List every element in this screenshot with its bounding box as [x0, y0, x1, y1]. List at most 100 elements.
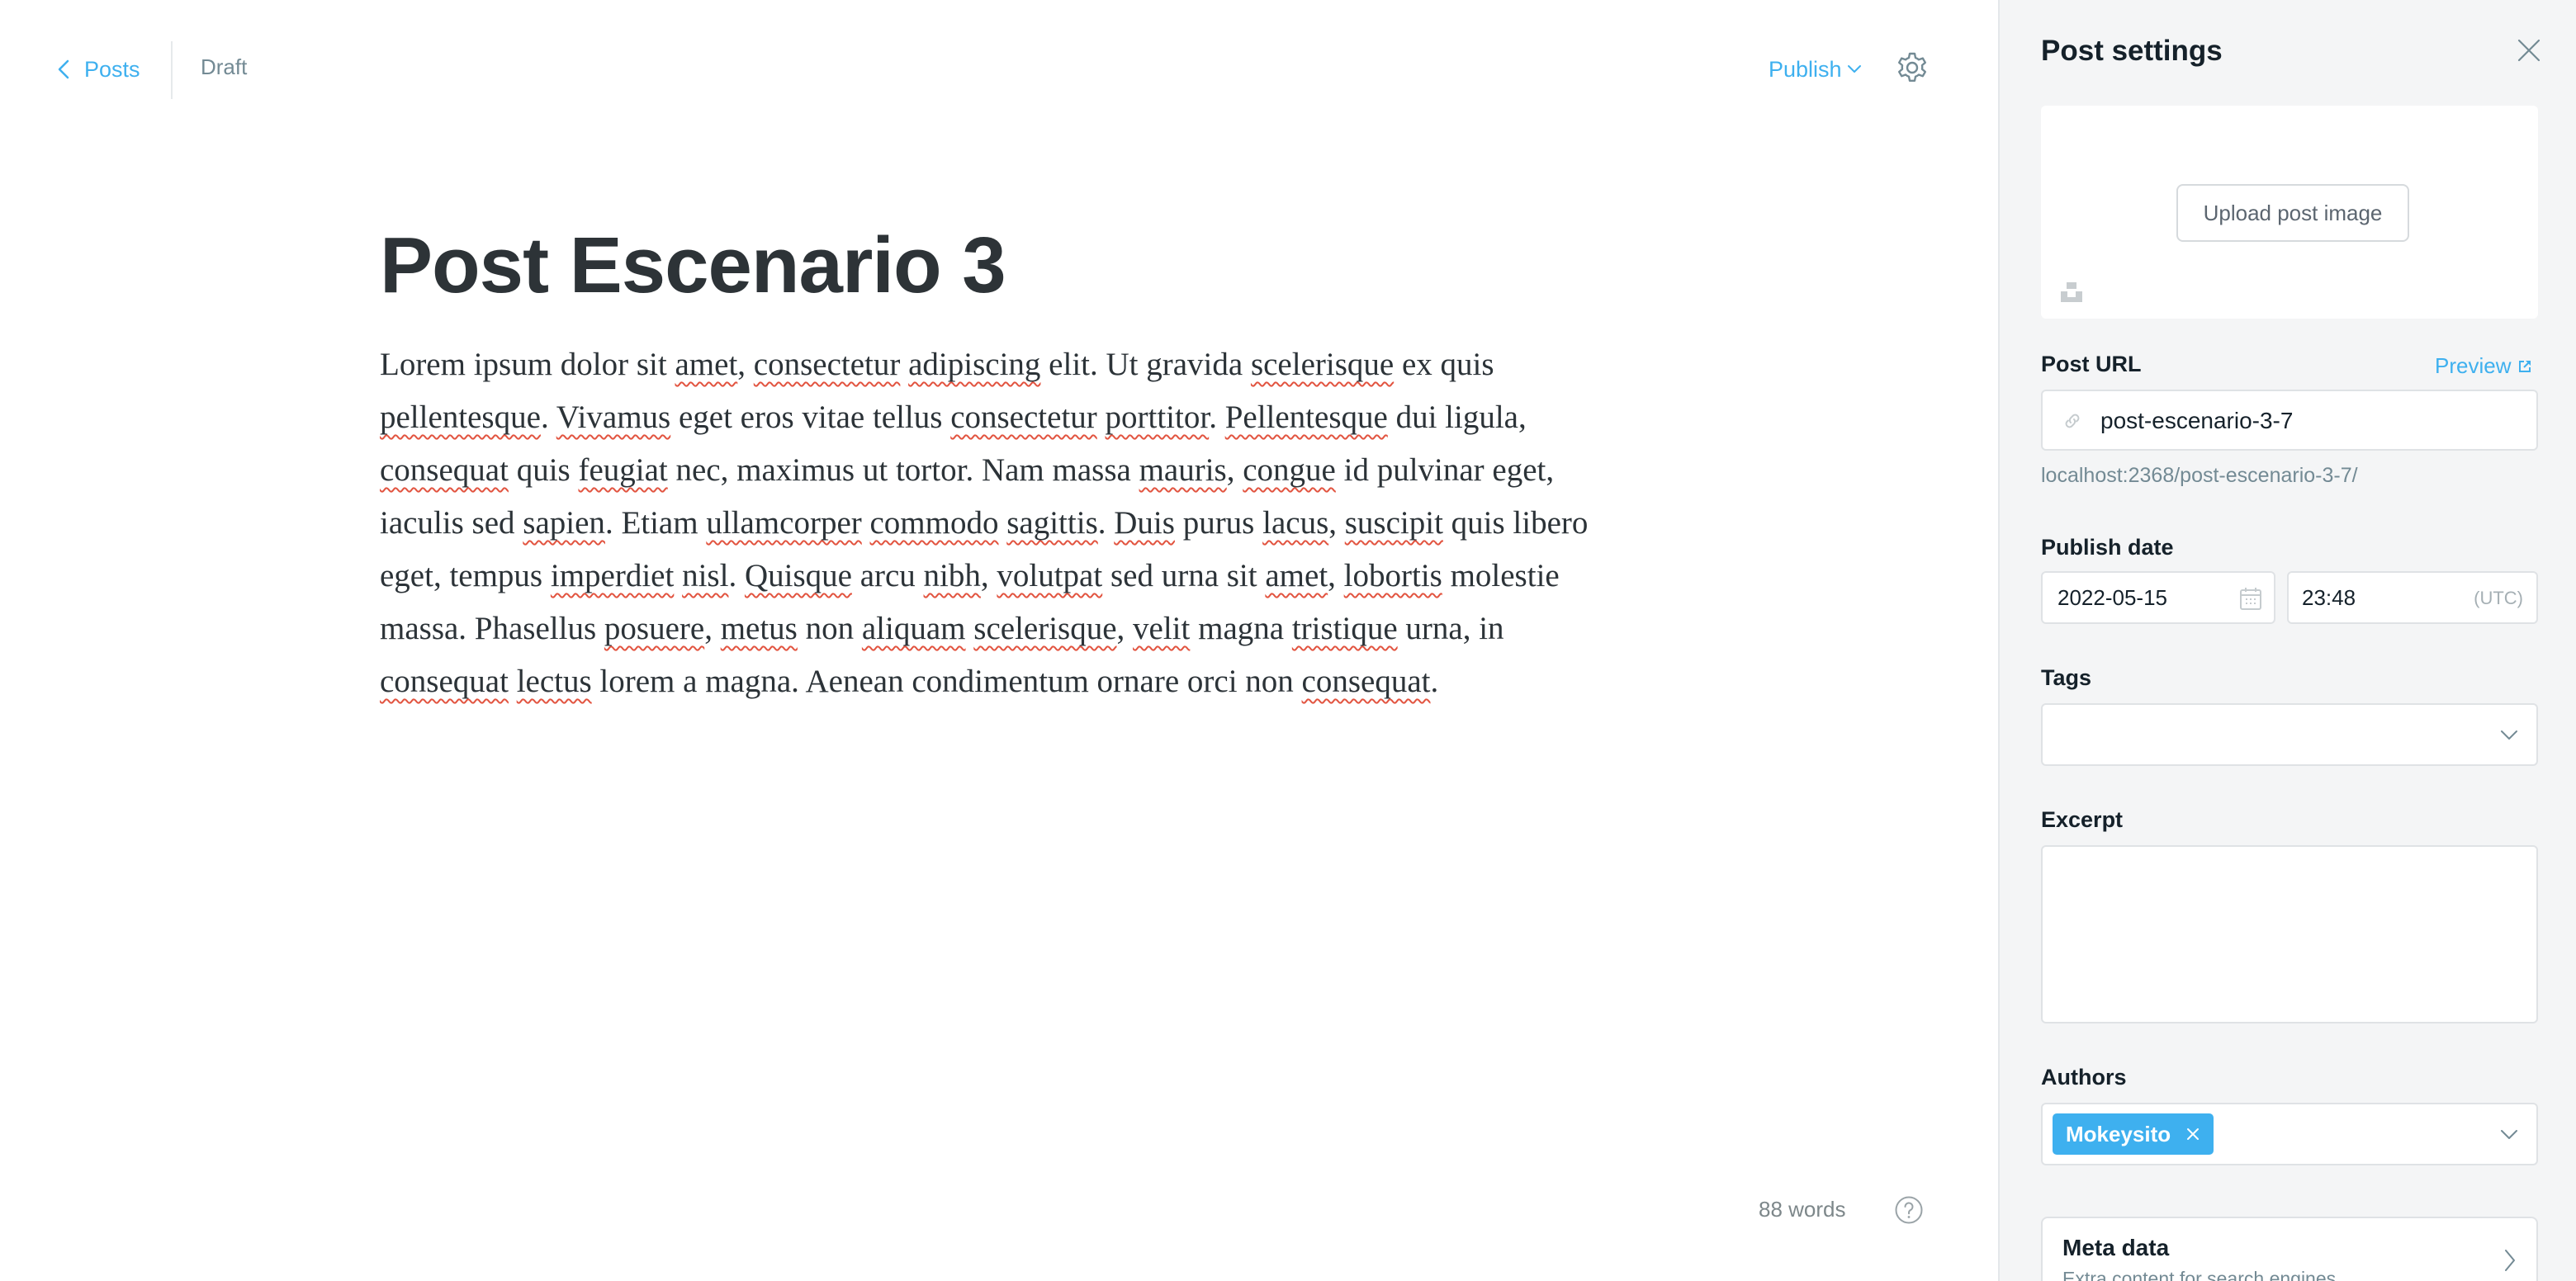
body-text: .	[1097, 505, 1115, 541]
misspelled-word: imperdiet	[550, 558, 675, 593]
misspelled-word: Pellentesque	[1224, 399, 1388, 435]
post-title[interactable]: Post Escenario 3	[380, 216, 1618, 315]
body-text: ,	[737, 347, 754, 382]
back-to-posts-link[interactable]: Posts	[56, 51, 140, 87]
misspelled-word: nisl	[682, 558, 729, 593]
meta-data-title: Meta data	[2062, 1235, 2170, 1260]
body-text: ,	[1116, 611, 1134, 646]
misspelled-word: consectetur	[753, 347, 901, 382]
author-token[interactable]: Mokeysito	[2053, 1113, 2214, 1155]
excerpt-label: Excerpt	[2041, 807, 2124, 832]
post-url-full: localhost:2368/post-escenario-3-7/	[2041, 464, 2358, 487]
misspelled-word: mauris	[1139, 452, 1227, 488]
close-icon[interactable]	[2517, 38, 2541, 63]
publish-label: Publish	[1769, 56, 1842, 82]
misspelled-word: pellentesque	[380, 399, 541, 435]
misspelled-word: ullamcorper	[706, 505, 862, 541]
body-text: arcu	[851, 558, 924, 593]
chevron-left-icon	[58, 59, 69, 79]
panel-title: Post settings	[2041, 35, 2223, 67]
misspelled-word: nibh	[923, 558, 981, 593]
remove-author-icon[interactable]	[2185, 1127, 2200, 1142]
question-circle-icon[interactable]	[1894, 1195, 1924, 1225]
publish-date-label: Publish date	[2041, 535, 2174, 560]
misspelled-word: feugiat	[578, 452, 668, 488]
tags-select[interactable]	[2041, 703, 2538, 766]
misspelled-word: Vivamus	[556, 399, 671, 435]
gear-icon[interactable]	[1896, 51, 1929, 84]
excerpt-textarea[interactable]	[2041, 845, 2538, 1023]
post-url-value: post-escenario-3-7	[2100, 408, 2294, 433]
body-text	[900, 347, 908, 382]
meta-data-subtitle: Extra content for search engines	[2062, 1268, 2337, 1281]
upload-post-image-button[interactable]: Upload post image	[2176, 184, 2409, 242]
body-text	[509, 664, 517, 699]
body-text: eget eros vitae tellus	[670, 399, 951, 435]
body-text: ,	[704, 611, 721, 646]
misspelled-word: commodo	[869, 505, 999, 541]
misspelled-word: posuere	[604, 611, 705, 646]
misspelled-word: scelerisque	[973, 611, 1117, 646]
calendar-icon[interactable]	[2239, 586, 2262, 611]
misspelled-word: lobortis	[1343, 558, 1442, 593]
topbar-divider	[171, 41, 173, 99]
back-link-label: Posts	[84, 56, 140, 82]
preview-link[interactable]: Preview	[2435, 353, 2532, 379]
misspelled-word: Duis	[1114, 505, 1175, 541]
post-url-field[interactable]: post-escenario-3-7	[2041, 390, 2538, 451]
misspelled-word: porttitor	[1105, 399, 1210, 435]
body-text: Lorem ipsum dolor sit	[380, 347, 675, 382]
post-image-dropzone[interactable]: Upload post image	[2041, 106, 2538, 319]
misspelled-word: lectus	[516, 664, 592, 699]
publish-date-value: 2022-05-15	[2057, 585, 2167, 610]
body-text: sed urna sit	[1102, 558, 1266, 593]
publish-date-field[interactable]: 2022-05-15	[2041, 571, 2275, 624]
editor-area: Posts Draft Publish Post Escenario 3 Lor…	[0, 0, 1998, 1281]
misspelled-word: consequat	[380, 664, 509, 699]
body-text: ,	[1328, 505, 1345, 541]
misspelled-word: amet	[675, 347, 738, 382]
body-text: dui ligula,	[1387, 399, 1527, 435]
misspelled-word: velit	[1133, 611, 1191, 646]
body-text: purus	[1174, 505, 1263, 541]
chevron-down-icon	[2501, 1130, 2517, 1139]
body-text: .	[540, 399, 556, 435]
link-icon	[2065, 414, 2080, 428]
misspelled-word: consequat	[1301, 664, 1431, 699]
body-text: ,	[1226, 452, 1243, 488]
meta-data-card[interactable]: Meta data Extra content for search engin…	[2041, 1217, 2538, 1281]
body-text: .	[728, 558, 745, 593]
body-text: quis	[508, 452, 579, 488]
misspelled-word: adipiscing	[908, 347, 1041, 382]
word-count: 88 words	[1759, 1197, 1846, 1222]
body-text: ,	[1328, 558, 1344, 593]
unsplash-icon[interactable]	[2059, 281, 2084, 304]
body-text: ex quis	[1394, 347, 1494, 382]
misspelled-word: suscipit	[1344, 505, 1443, 541]
tags-label: Tags	[2041, 665, 2092, 690]
misspelled-word: scelerisque	[1250, 347, 1395, 382]
publish-dropdown-button[interactable]: Publish	[1769, 53, 1862, 86]
body-text: elit. Ut gravida	[1040, 347, 1251, 382]
body-text: lorem a magna. Aenean condimentum ornare…	[591, 664, 1302, 699]
body-text: magna	[1190, 611, 1292, 646]
body-text: non	[797, 611, 862, 646]
chevron-down-icon	[1847, 65, 1861, 73]
body-text: .	[1430, 664, 1439, 699]
publish-time-field[interactable]: 23:48 (UTC)	[2287, 571, 2538, 624]
chevron-right-icon	[2505, 1250, 2515, 1271]
body-text: urna, in	[1397, 611, 1504, 646]
authors-select[interactable]: Mokeysito	[2041, 1103, 2538, 1165]
body-text	[1097, 399, 1106, 435]
misspelled-word: volutpat	[997, 558, 1103, 593]
misspelled-word: consequat	[380, 452, 509, 488]
post-body[interactable]: Lorem ipsum dolor sit amet, consectetur …	[380, 338, 1618, 708]
misspelled-word: Quisque	[744, 558, 852, 593]
timezone-label: (UTC)	[2474, 588, 2523, 608]
post-settings-panel: Post settings Upload post image Post URL…	[1998, 0, 2576, 1281]
author-name: Mokeysito	[2066, 1121, 2171, 1146]
misspelled-word: consectetur	[950, 399, 1097, 435]
misspelled-word: metus	[720, 611, 798, 646]
body-text: ,	[980, 558, 997, 593]
post-url-label: Post URL	[2041, 352, 2142, 376]
